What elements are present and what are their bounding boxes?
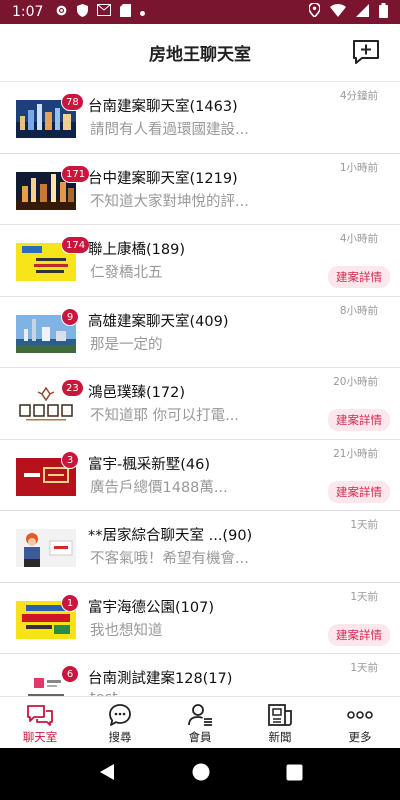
unread-badge: 9: [61, 307, 79, 326]
last-message-time: 21小時前: [333, 447, 378, 460]
system-nav-bar: [0, 748, 400, 800]
mail-status-icon: [97, 4, 112, 20]
chat-room-name: 聯上康橋(189): [88, 242, 185, 258]
tab-chat-rooms[interactable]: 聊天室: [0, 697, 80, 748]
chat-room-item[interactable]: 9 高雄建案聊天室(409) 那是一定的 8小時前: [0, 297, 400, 368]
chat-room-item[interactable]: 3 富宇-楓采新墅(46) 廣告戶總價1488萬... 21小時前 建案詳情: [0, 440, 400, 511]
chat-room-item[interactable]: 6 台南測試建案128(17) test 1天前: [0, 654, 400, 696]
chat-room-name: 富宇海德公園(107): [88, 599, 214, 616]
last-message-preview: 不知道耶 你可以打電...: [90, 408, 239, 424]
last-message-time: 1天前: [350, 519, 378, 531]
tab-member[interactable]: 會員: [160, 697, 240, 748]
shield-status-icon: [77, 3, 89, 21]
sdcard-status-icon: [120, 3, 132, 21]
bottom-tab-bar: 聊天室 搜尋 會員 新聞 更多: [0, 696, 400, 748]
chat-thumbnail: [16, 529, 76, 567]
unread-badge: 171: [61, 164, 91, 183]
tab-label: 更多: [348, 730, 372, 744]
last-message-preview: 廣告戶總價1488萬...: [90, 479, 228, 496]
chat-room-name: 台南測試建案128(17): [88, 671, 233, 687]
tab-more[interactable]: 更多: [320, 697, 400, 748]
chat-room-name: 富宇-楓采新墅(46): [88, 456, 210, 473]
tab-search[interactable]: 搜尋: [80, 697, 160, 748]
status-bar: 1:07: [0, 0, 400, 24]
chat-room-name: 鴻邑璞臻(172): [88, 385, 185, 401]
project-detail-button[interactable]: 建案詳情: [328, 480, 390, 503]
last-message-preview: 仁發橋北五: [90, 265, 163, 281]
home-icon[interactable]: [191, 762, 211, 786]
chat-bubbles-icon: [26, 703, 54, 727]
back-icon[interactable]: [98, 762, 116, 786]
tab-label: 新聞: [268, 730, 292, 744]
last-message-preview: 不知道大家對坤悅的評...: [90, 193, 249, 210]
settings-status-icon: [55, 4, 68, 21]
tab-news[interactable]: 新聞: [240, 697, 320, 748]
wifi-status-icon: [330, 3, 346, 21]
last-message-preview: 不客氣哦！希望有機會...: [90, 551, 249, 567]
unread-badge: 1: [61, 593, 79, 612]
chat-room-item[interactable]: 78 台南建案聊天室(1463) 請問有人看過環國建設... 4分鐘前: [0, 82, 400, 154]
last-message-time: 1天前: [350, 590, 378, 603]
unread-badge: 23: [61, 379, 84, 397]
last-message-time: 8小時前: [339, 304, 378, 317]
chat-room-item[interactable]: 1 富宇海德公園(107) 我也想知道 1天前 建案詳情: [0, 583, 400, 654]
unread-badge: 6: [61, 665, 79, 683]
unread-badge: 3: [61, 450, 79, 469]
tab-label: 會員: [188, 730, 212, 744]
last-message-preview: 我也想知道: [90, 622, 163, 639]
chat-room-name: 高雄建案聊天室(409): [88, 313, 229, 330]
dot-status-icon: [140, 4, 146, 20]
status-time: 1:07: [12, 4, 44, 20]
more-dots-icon: [346, 703, 374, 727]
project-detail-button[interactable]: 建案詳情: [328, 623, 390, 646]
chat-room-item[interactable]: **居家綜合聊天室 ...(90) 不客氣哦！希望有機會... 1天前: [0, 511, 400, 583]
signal-status-icon: [356, 3, 369, 21]
last-message-time: 4小時前: [339, 233, 378, 245]
page-title: 房地王聊天室: [149, 45, 251, 65]
project-detail-button[interactable]: 建案詳情: [328, 409, 390, 431]
chat-room-name: 台中建案聊天室(1219): [88, 170, 238, 187]
chat-room-item[interactable]: 23 鴻邑璞臻(172) 不知道耶 你可以打電... 20小時前 建案詳情: [0, 368, 400, 440]
member-icon: [186, 703, 214, 727]
chat-room-item[interactable]: 174 聯上康橋(189) 仁發橋北五 4小時前 建案詳情: [0, 225, 400, 297]
chat-room-name: **居家綜合聊天室 ...(90): [88, 528, 253, 544]
new-chat-icon[interactable]: [352, 39, 380, 65]
recents-icon[interactable]: [286, 764, 303, 785]
project-detail-button[interactable]: 建案詳情: [328, 266, 390, 288]
chat-room-name: 台南建案聊天室(1463): [88, 99, 238, 115]
location-status-icon: [308, 2, 321, 21]
last-message-preview: 請問有人看過環國建設...: [90, 122, 249, 138]
search-chat-icon: [106, 703, 134, 727]
battery-status-icon: [379, 2, 388, 22]
last-message-time: 4分鐘前: [339, 90, 378, 102]
chat-room-list: 78 台南建案聊天室(1463) 請問有人看過環國建設... 4分鐘前 171 …: [0, 82, 400, 696]
last-message-preview: 那是一定的: [90, 336, 163, 353]
chat-room-item[interactable]: 171 台中建案聊天室(1219) 不知道大家對坤悅的評... 1小時前: [0, 154, 400, 225]
last-message-time: 20小時前: [333, 376, 378, 388]
last-message-time: 1天前: [350, 662, 378, 674]
tab-label: 搜尋: [108, 730, 132, 744]
unread-badge: 174: [61, 236, 91, 254]
app-bar: 房地王聊天室: [0, 24, 400, 82]
tab-label: 聊天室: [22, 730, 58, 744]
news-icon: [266, 703, 294, 727]
unread-badge: 78: [61, 93, 84, 111]
last-message-time: 1小時前: [339, 161, 378, 174]
